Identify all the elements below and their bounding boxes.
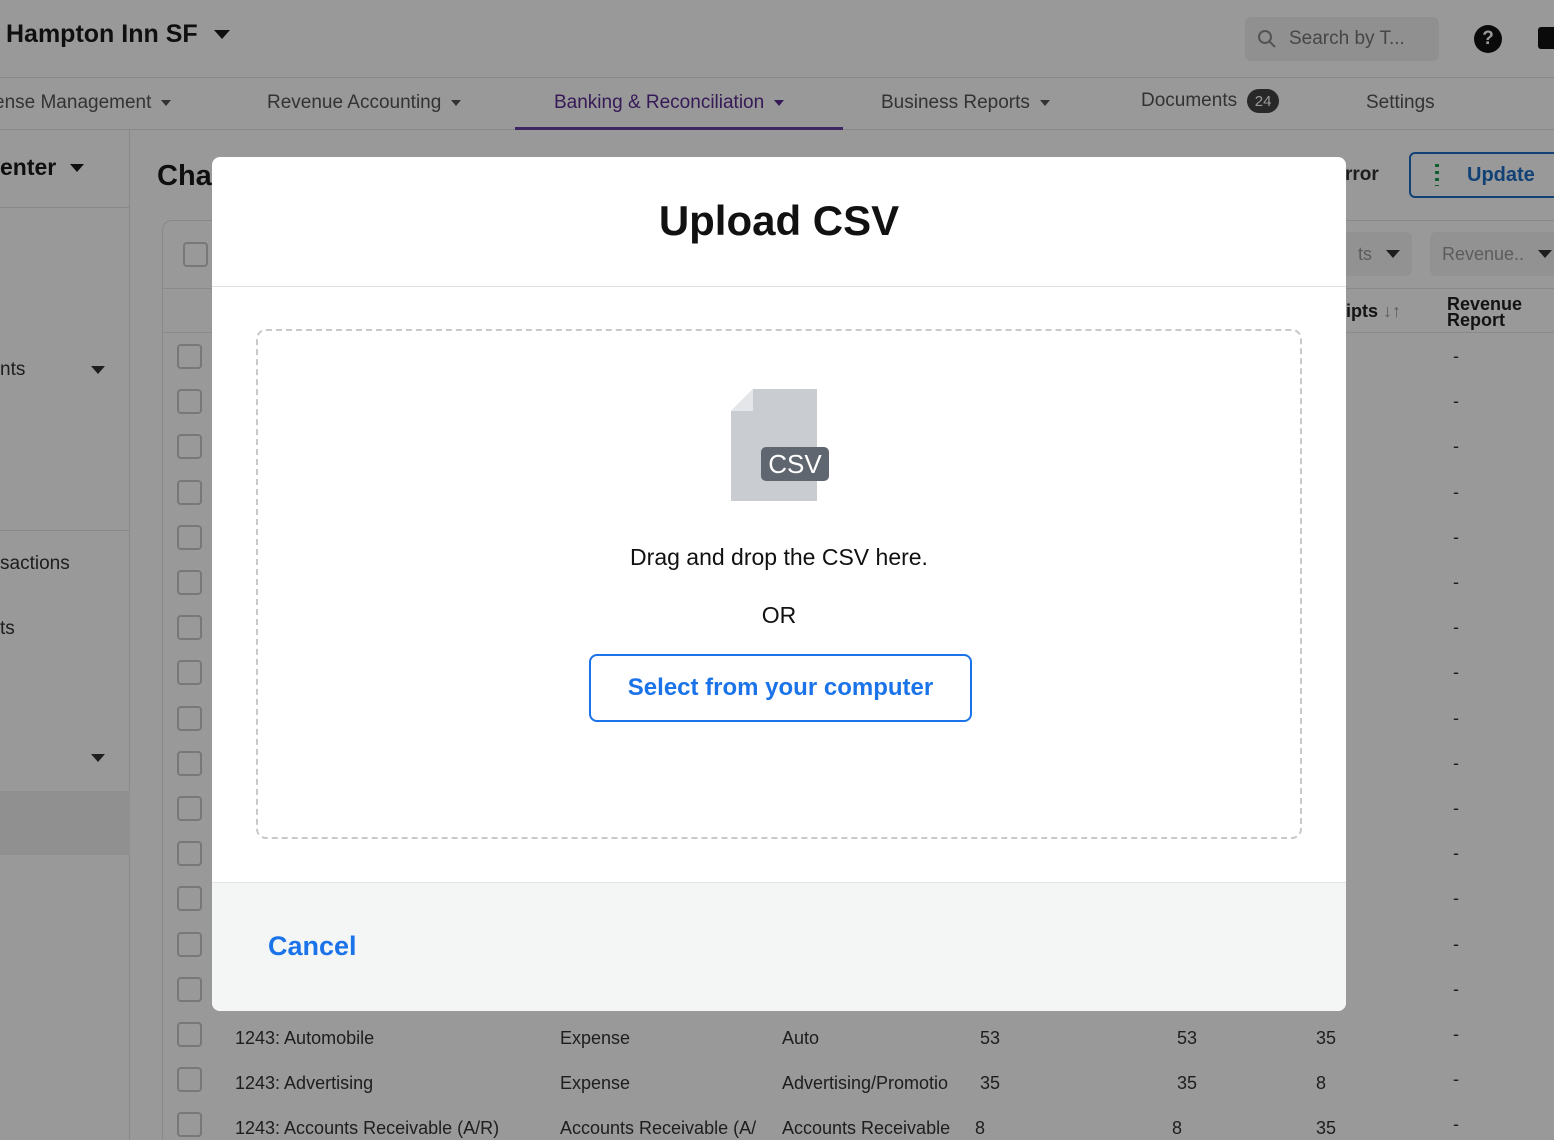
csv-dropzone[interactable]: CSV Drag and drop the CSV here. OR Selec… bbox=[256, 329, 1302, 839]
upload-csv-dialog: Upload CSV CSV Drag and drop the CSV her… bbox=[212, 157, 1346, 1011]
drop-instructions: Drag and drop the CSV here. bbox=[630, 544, 928, 570]
csv-file-icon: CSV bbox=[731, 389, 829, 501]
cancel-button[interactable]: Cancel bbox=[268, 931, 357, 962]
or-separator: OR bbox=[761, 602, 797, 628]
dialog-title: Upload CSV bbox=[658, 197, 900, 244]
csv-badge-text: CSV bbox=[768, 449, 822, 479]
select-from-computer-button[interactable]: Select from your computer bbox=[589, 654, 972, 722]
dialog-footer: Cancel bbox=[212, 882, 1346, 1011]
